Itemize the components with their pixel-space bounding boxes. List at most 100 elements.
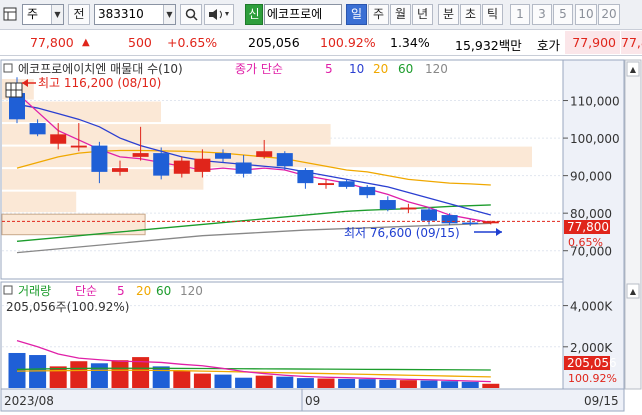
date-label-start: 2023/08	[4, 394, 54, 408]
right-scrollbar[interactable]	[624, 59, 642, 390]
candle-body	[132, 153, 149, 157]
volume-bar	[296, 378, 314, 388]
period-tab-0[interactable]: 일	[346, 4, 367, 25]
svg-text:▲: ▲	[630, 287, 637, 296]
period-select[interactable]: 주 ▼	[22, 4, 64, 25]
interval-button-10[interactable]: 10	[575, 4, 597, 25]
chart-svg: 110,000100,00090,00080,00070,0004,000K2,…	[0, 59, 642, 412]
speaker-icon[interactable]	[204, 4, 234, 25]
price-panel-scroll-button[interactable]: ▲	[626, 61, 640, 77]
new-badge[interactable]: 신	[245, 4, 263, 25]
volume-bar	[111, 360, 129, 388]
volume-axis-label: 2,000K	[570, 341, 613, 355]
candle-body	[173, 160, 190, 174]
volume-profile-bar	[2, 169, 204, 190]
candle-body	[421, 209, 437, 221]
price-legend-ma120: 120	[425, 62, 448, 76]
volume-panel-title: 거래량	[18, 284, 51, 298]
chart-area: 110,000 100,000 90,000 80,000 70,000 4,000K 2,…	[0, 57, 642, 412]
interval-button-3[interactable]: 3	[532, 4, 552, 25]
period-tab-3[interactable]: 년	[412, 4, 433, 25]
date-label-month: 09	[305, 394, 320, 408]
volume-bar	[49, 366, 67, 388]
bid-label: 호가	[537, 38, 561, 53]
turnover-pct: 1.34%	[390, 35, 430, 50]
chevron-down-icon: ▼	[51, 5, 63, 24]
price-legend-ma20: 20	[373, 62, 388, 76]
stock-name-field[interactable]: 에코프로에	[264, 4, 342, 25]
price-panel-title: 에코프로에이치엔 매물대 수(10)	[18, 62, 183, 76]
search-icon[interactable]	[180, 4, 202, 25]
candle-body	[50, 134, 67, 144]
volume-readout: 205,056주(100.92%)	[6, 300, 129, 314]
volume-bar	[173, 370, 191, 388]
volume-legend-ma20: 20	[136, 284, 151, 298]
last-pct-tag: 0.65%	[568, 236, 603, 249]
candle-body	[112, 168, 128, 172]
period-tab-2[interactable]: 월	[390, 4, 411, 25]
volume-bar	[276, 376, 294, 388]
candle-body	[276, 153, 293, 167]
prev-button[interactable]: 전	[68, 4, 90, 25]
volume-bar	[255, 375, 273, 388]
stock-code-input[interactable]: 383310 ▼	[94, 4, 176, 25]
volume-bar	[358, 379, 376, 388]
volume-legend-ma5: 5	[117, 284, 125, 298]
volume-bar	[235, 377, 253, 388]
max-price-label: 최고 116,200 (08/10)	[38, 76, 161, 90]
price-legend-prefix: 종가 단순	[235, 62, 283, 76]
period-tab-6[interactable]: 틱	[482, 4, 503, 25]
layout-icon[interactable]	[2, 4, 17, 25]
candle-body	[318, 183, 334, 186]
volume-legend-prefix: 단순	[75, 284, 97, 298]
price-axis-label: 100,000	[570, 132, 620, 146]
volume-bar	[70, 361, 88, 388]
price-legend-ma10: 10	[349, 62, 364, 76]
candle-body	[379, 200, 396, 210]
price-axis-label: 110,000	[570, 95, 620, 109]
interval-button-1[interactable]: 1	[510, 4, 530, 25]
bid-price: 77,900	[565, 31, 620, 54]
candle-body	[297, 170, 314, 184]
volume-ratio: 100.92%	[320, 35, 376, 50]
period-select-value: 주	[27, 7, 39, 21]
interval-button-20[interactable]: 20	[598, 4, 620, 25]
ask-price: 77,8	[621, 31, 642, 54]
price-axis-label: 90,000	[570, 170, 612, 184]
candle-body	[91, 145, 108, 172]
volume-profile-bar	[2, 191, 77, 213]
candle-body	[462, 222, 479, 225]
candle-body	[256, 151, 273, 157]
volume-bar	[317, 378, 335, 388]
interval-button-5[interactable]: 5	[553, 4, 573, 25]
candle-body	[215, 153, 231, 159]
up-arrow-icon: ▲	[82, 37, 90, 48]
svg-text:▲: ▲	[630, 65, 637, 74]
volume-bar	[461, 381, 479, 388]
last-volume-tag: 205,056	[567, 356, 617, 370]
volume-legend-ma60: 60	[156, 284, 171, 298]
last-volume-pct-tag: 100.92%	[568, 372, 617, 385]
grid-icon[interactable]	[5, 82, 23, 98]
volume-legend-ma120: 120	[180, 284, 203, 298]
candle-body	[400, 207, 417, 210]
quote-bar: 77,800 ▲ 500 +0.65% 205,056 100.92% 1.34…	[0, 30, 642, 56]
volume-bar	[399, 380, 417, 388]
stock-code-value: 383310	[98, 7, 144, 21]
candle-body	[70, 145, 87, 148]
period-tab-5[interactable]: 초	[460, 4, 481, 25]
volume-bar	[90, 363, 108, 388]
candle-body	[482, 221, 499, 224]
volume-bar	[441, 381, 459, 388]
last-price-tag: 77,800	[567, 220, 609, 234]
period-tab-1[interactable]: 주	[368, 4, 389, 25]
volume-bar	[214, 374, 232, 388]
volume-ma-legend: 단순 5 20 60 120	[75, 284, 203, 298]
volume-profile-bar	[2, 101, 161, 123]
min-price-label: 최저 76,600 (09/15)	[344, 226, 460, 240]
volume-panel-scroll-button[interactable]: ▲	[626, 283, 640, 299]
period-tab-4[interactable]: 분	[438, 4, 459, 25]
volume-bar	[338, 378, 356, 388]
toolbar: 주 ▼ 전 383310 ▼ 신 에코프로에 일주월년분초틱 1 3 5 10 20	[0, 0, 642, 30]
volume-bar	[193, 373, 211, 388]
